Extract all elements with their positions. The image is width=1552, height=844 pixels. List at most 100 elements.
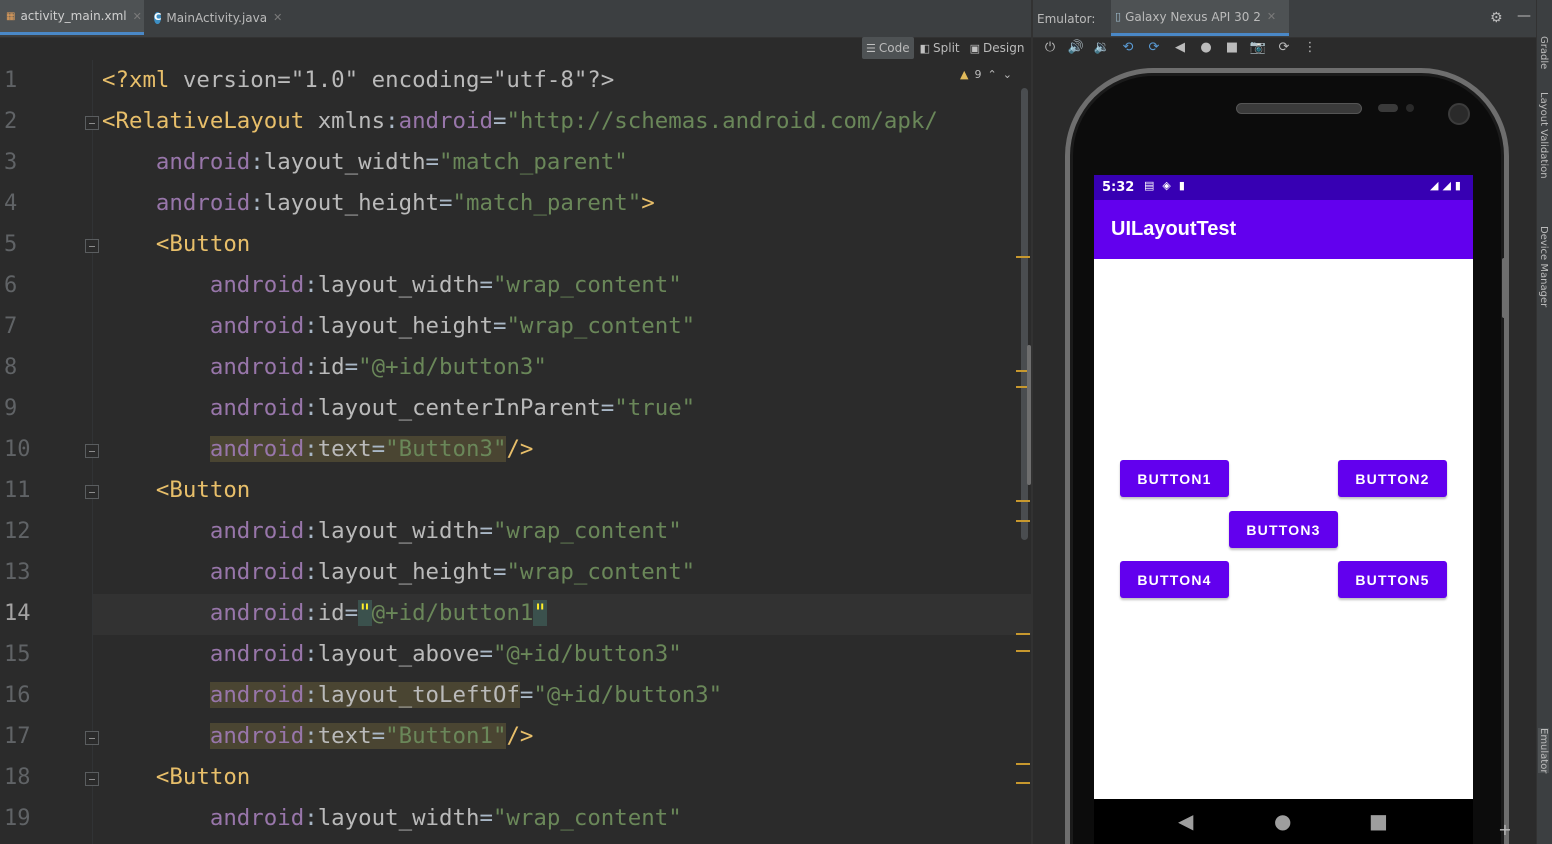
chevron-up-icon[interactable]: ⌃ [987, 68, 996, 81]
code-line[interactable]: android:layout_height="wrap_content" [102, 306, 695, 347]
button1[interactable]: BUTTON1 [1120, 460, 1229, 497]
tool-tab-layout-validation[interactable]: Layout Validation [1538, 92, 1549, 179]
nav-home-icon[interactable]: ● [1274, 809, 1291, 833]
rotate-right-icon[interactable]: ⟳ [1141, 38, 1167, 58]
fold-marker[interactable] [85, 731, 99, 745]
warning-stripe[interactable] [1016, 500, 1030, 502]
phone-volume-button[interactable] [1027, 345, 1031, 485]
emulator-toolbar: ⏻ 🔊 🔉 ⟲ ⟳ ◀ ● ■ 📷 ⟳ ⋮ [1033, 38, 1536, 58]
fold-marker[interactable] [85, 772, 99, 786]
close-icon[interactable]: ✕ [133, 10, 142, 23]
code-line[interactable]: android:layout_width="wrap_content" [102, 265, 682, 306]
light-sensor [1406, 104, 1414, 112]
snapshot-icon[interactable]: ⟳ [1271, 38, 1297, 58]
design-view-button[interactable]: ▣ Design [966, 37, 1029, 59]
warning-count: 9 [974, 68, 982, 81]
device-tab[interactable]: ▯ Galaxy Nexus API 30 2 ✕ [1111, 0, 1289, 36]
warning-stripe[interactable] [1016, 633, 1030, 635]
xml-file-icon: ▦ [6, 10, 16, 22]
design-view-icon: ▣ [969, 41, 981, 55]
code-line[interactable]: android:text="Button3"/> [102, 429, 533, 470]
code-line[interactable]: android:layout_toLeftOf="@+id/button3" [102, 675, 722, 716]
gear-icon[interactable]: ⚙ [1490, 10, 1503, 26]
code-line[interactable]: android:text="Button1"/> [102, 716, 533, 757]
line-number: 10 [4, 437, 31, 462]
warning-stripe[interactable] [1016, 650, 1030, 652]
home-icon[interactable]: ● [1193, 38, 1219, 58]
code-line[interactable]: android:layout_height="wrap_content" [102, 552, 695, 593]
line-number: 2 [4, 109, 18, 134]
line-number: 14 [4, 601, 31, 626]
fold-marker[interactable] [85, 485, 99, 499]
device-screen[interactable]: 5:32 ▤◈▮ ◢◢▮ UILayoutTest BUTTON1 BUTTON… [1094, 175, 1473, 799]
close-icon[interactable]: ✕ [273, 11, 282, 24]
line-number: 4 [4, 191, 18, 216]
fold-marker[interactable] [85, 444, 99, 458]
code-line[interactable]: android:layout_width="wrap_content" [102, 511, 682, 552]
warning-stripe[interactable] [1016, 256, 1030, 258]
button3[interactable]: BUTTON3 [1229, 511, 1338, 548]
code-line[interactable]: android:id="@+id/button3" [102, 347, 547, 388]
code-line[interactable]: android:layout_width="match_parent" [102, 142, 628, 183]
tab-label: MainActivity.java [166, 10, 268, 25]
code-line[interactable]: android:id="@+id/button1" [102, 593, 547, 634]
button2[interactable]: BUTTON2 [1338, 460, 1447, 497]
minimize-icon[interactable]: — [1517, 8, 1531, 24]
code-line[interactable]: android:layout_width="wrap_content" [102, 798, 682, 839]
button5[interactable]: BUTTON5 [1338, 561, 1447, 598]
code-line[interactable]: <Button [102, 757, 250, 798]
power-icon[interactable]: ⏻ [1037, 38, 1063, 58]
warning-stripe[interactable] [1016, 782, 1030, 784]
tool-tab-device-manager[interactable]: Device Manager [1538, 226, 1549, 307]
code-line[interactable]: <RelativeLayout xmlns:android="http://sc… [102, 101, 938, 142]
back-icon[interactable]: ◀ [1167, 38, 1193, 58]
code-line[interactable]: android:layout_above="@+id/button3" [102, 634, 682, 675]
rotate-left-icon[interactable]: ⟲ [1115, 38, 1141, 58]
tool-tab-gradle[interactable]: Gradle [1538, 36, 1549, 69]
phone-power-button[interactable] [1502, 258, 1507, 318]
warning-stripe[interactable] [1016, 763, 1030, 765]
tab-label: activity_main.xml [20, 9, 127, 23]
front-camera [1448, 103, 1470, 125]
android-nav-bar: ◀ ● ■ [1094, 799, 1473, 844]
inspection-widget[interactable]: ▲ 9 ⌃ ⌄ [960, 68, 1012, 81]
code-view-button[interactable]: ☰ Code [862, 37, 914, 59]
volume-down-icon[interactable]: 🔉 [1089, 38, 1115, 58]
button4[interactable]: BUTTON4 [1120, 561, 1229, 598]
add-icon[interactable]: + [1495, 820, 1515, 840]
line-number: 7 [4, 314, 18, 339]
fold-marker[interactable] [85, 239, 99, 253]
code-line[interactable]: android:layout_height="match_parent"> [102, 183, 655, 224]
code-line[interactable]: <Button [102, 470, 250, 511]
line-number: 15 [4, 642, 31, 667]
nav-overview-icon[interactable]: ■ [1369, 809, 1388, 833]
nav-back-icon[interactable]: ◀ [1178, 809, 1193, 833]
java-class-icon: C [154, 11, 162, 24]
tab-activity-main-xml[interactable]: ▦ activity_main.xml ✕ [0, 0, 144, 35]
line-number: 1 [4, 68, 18, 93]
line-number: 17 [4, 724, 31, 749]
warning-stripe[interactable] [1016, 520, 1030, 522]
tab-main-activity-java[interactable]: C MainActivity.java ✕ [148, 0, 288, 35]
code-line[interactable]: android:layout_centerInParent="true" [102, 388, 695, 429]
editor-tab-bar: ▦ activity_main.xml ✕ C MainActivity.jav… [0, 0, 1031, 38]
fold-marker[interactable] [85, 116, 99, 130]
screenshot-icon[interactable]: 📷 [1245, 38, 1271, 58]
close-icon[interactable]: ✕ [1267, 10, 1276, 23]
code-line[interactable]: <?xml version="1.0" encoding="utf-8"?> [102, 60, 614, 101]
more-icon[interactable]: ⋮ [1297, 38, 1323, 58]
split-view-button[interactable]: ◧ Split [916, 37, 964, 59]
split-view-label: Split [933, 41, 960, 55]
line-number: 16 [4, 683, 31, 708]
device-tab-label: Galaxy Nexus API 30 2 [1125, 9, 1261, 24]
line-number: 9 [4, 396, 18, 421]
app-bar: UILayoutTest [1094, 200, 1473, 259]
code-editor[interactable]: 1 2 3 4 5 6 7 8 9 10 11 12 13 14 15 16 17 18 19 <?xml vers… [0, 60, 1031, 844]
code-line[interactable]: <Button [102, 224, 250, 265]
tool-tab-emulator[interactable]: Emulator [1538, 728, 1549, 774]
line-number: 3 [4, 150, 18, 175]
volume-up-icon[interactable]: 🔊 [1063, 38, 1089, 58]
line-number: 18 [4, 765, 31, 790]
overview-icon[interactable]: ■ [1219, 38, 1245, 58]
chevron-down-icon[interactable]: ⌄ [1003, 68, 1012, 81]
